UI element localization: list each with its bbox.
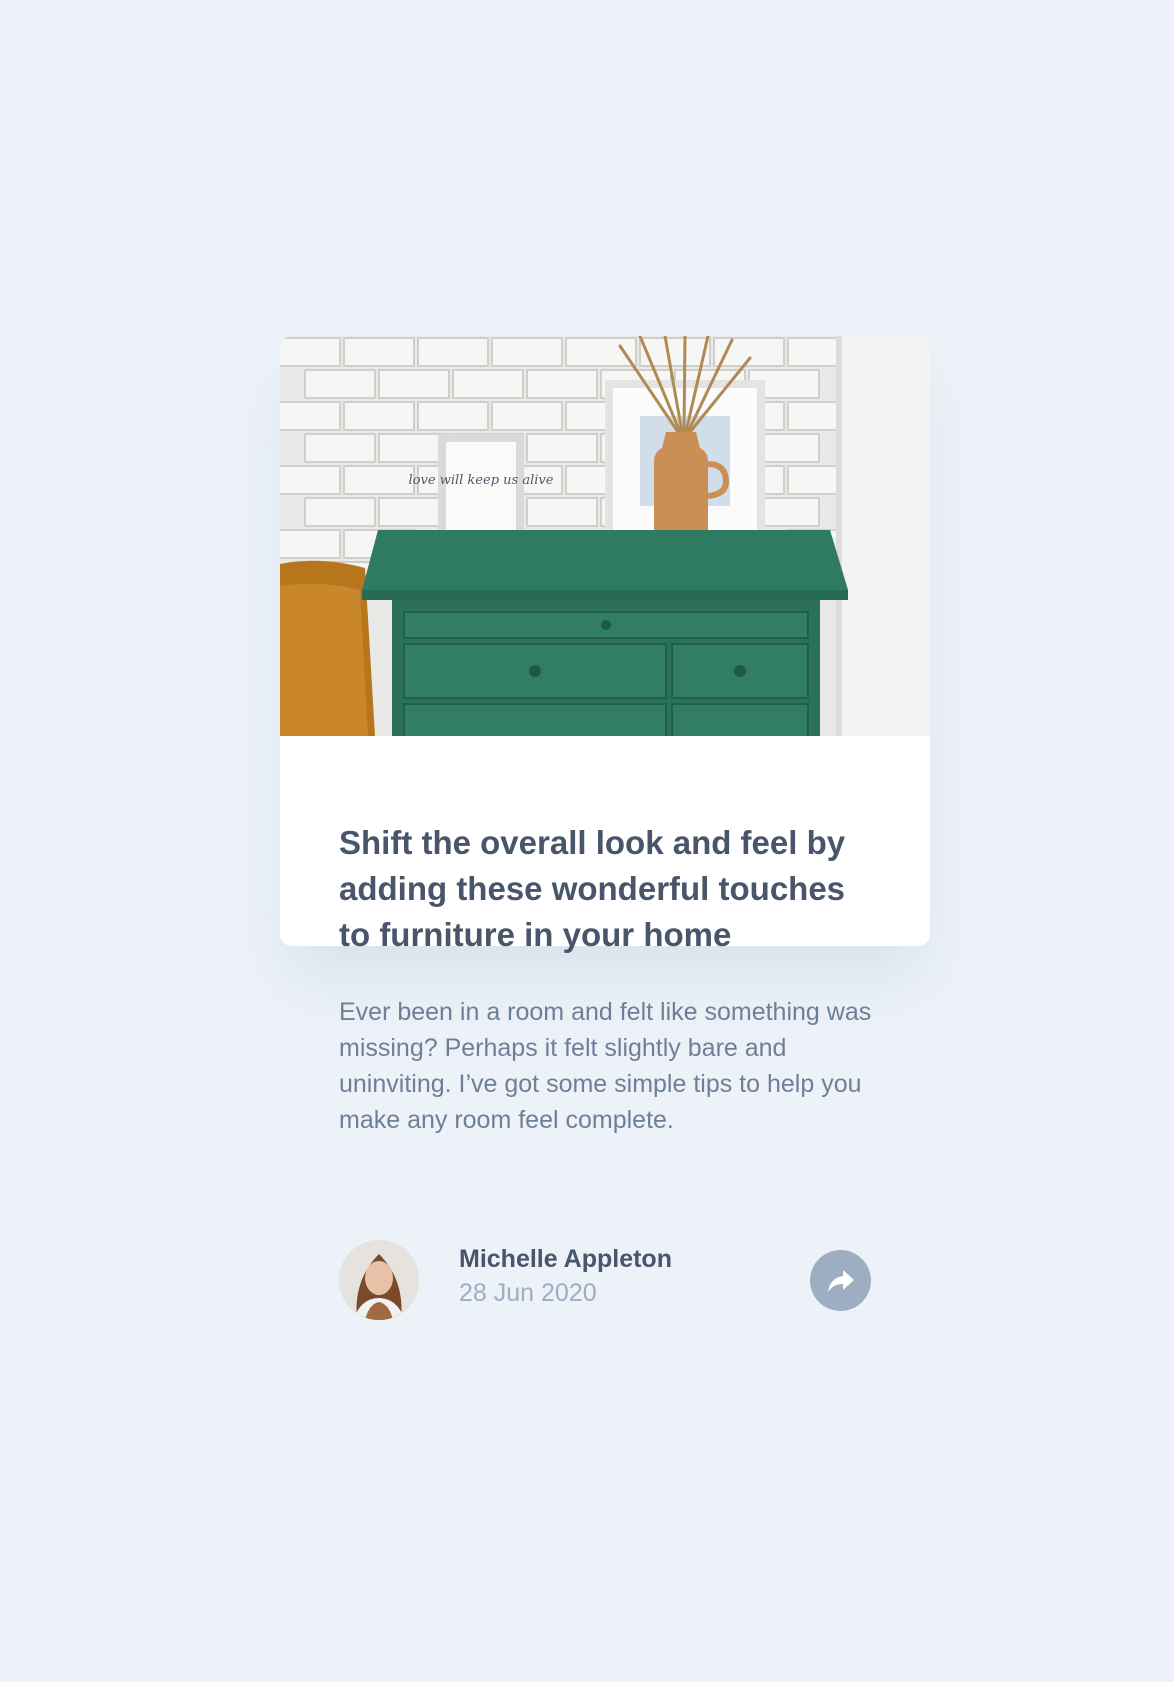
publish-date: 28 Jun 2020 bbox=[459, 1279, 597, 1307]
share-icon bbox=[827, 1269, 854, 1292]
author-bar: Michelle Appleton 28 Jun 2020 bbox=[280, 1240, 930, 1320]
article-excerpt: Ever been in a room and felt like someth… bbox=[339, 998, 872, 1134]
share-button[interactable] bbox=[810, 1250, 871, 1311]
article-headline: Shift the overall look and feel by addin… bbox=[339, 824, 846, 953]
author-name: Michelle Appleton bbox=[459, 1245, 672, 1273]
article-card: love will keep us alive Shift the overal… bbox=[280, 336, 930, 1134]
author-info: Michelle Appleton 28 Jun 2020 bbox=[459, 1242, 672, 1310]
hero-image: love will keep us alive bbox=[280, 336, 930, 736]
frame-text: love will keep us alive bbox=[409, 473, 554, 488]
author-avatar bbox=[339, 1240, 419, 1320]
